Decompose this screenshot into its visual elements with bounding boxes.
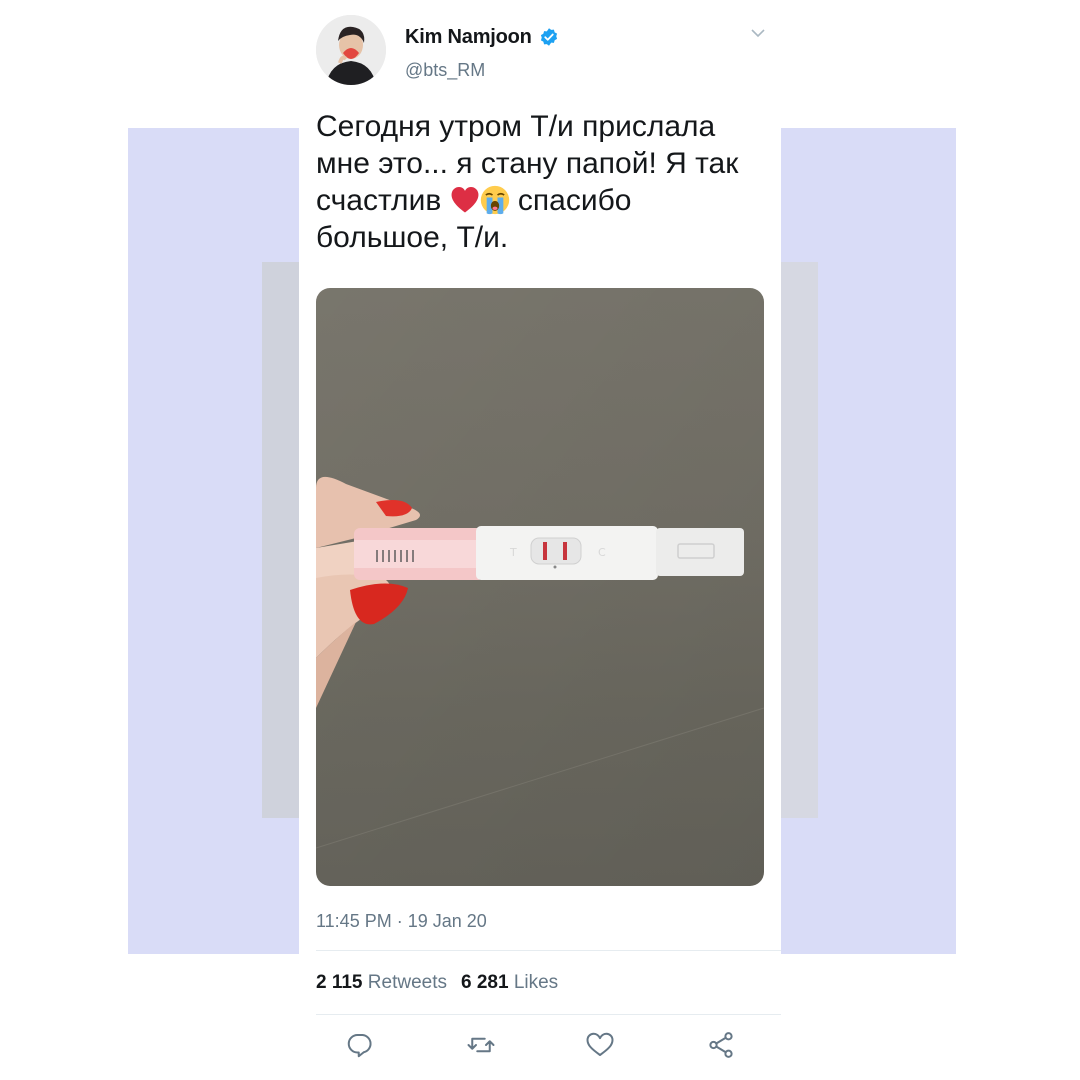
chevron-down-icon[interactable] <box>751 28 765 38</box>
share-icon <box>709 1032 733 1058</box>
divider <box>316 1014 781 1015</box>
background-blur-right <box>780 262 818 818</box>
tweet-text: Сегодня утром Т/и прислала мне это... я … <box>316 108 766 256</box>
author-handle[interactable]: @bts_RM <box>405 60 485 81</box>
retweets-label: Retweets <box>367 972 447 993</box>
retweets-count: 2 115 <box>316 972 363 993</box>
divider <box>316 950 781 951</box>
likes-stat[interactable]: 6 281 Likes <box>461 972 558 993</box>
tweet-card: Kim Namjoon @bts_RM Сегодня утром Т/и пр… <box>299 0 781 1080</box>
likes-count: 6 281 <box>460 972 509 993</box>
retweet-button[interactable] <box>466 1030 496 1060</box>
tweet-stats: 2 115 Retweets 6 281 Likes <box>316 972 558 994</box>
author-name[interactable]: Kim Namjoon <box>405 26 532 49</box>
avatar[interactable] <box>316 15 386 85</box>
share-button[interactable] <box>706 1030 736 1060</box>
svg-text:T: T <box>509 546 517 559</box>
reply-button[interactable] <box>345 1030 375 1060</box>
heart-icon <box>586 1032 614 1056</box>
background-blur-left <box>262 262 300 818</box>
verified-badge-icon <box>540 28 558 46</box>
svg-text:C: C <box>598 546 606 559</box>
like-button[interactable] <box>585 1030 615 1060</box>
loudly-crying-face-emoji-icon <box>480 185 509 215</box>
reply-icon <box>347 1034 372 1058</box>
retweet-icon <box>467 1037 495 1053</box>
tweet-timestamp[interactable]: 11:45 PM · 19 Jan 20 <box>316 911 487 932</box>
red-heart-emoji-icon <box>451 186 479 213</box>
tweet-media-photo[interactable]: T C <box>316 288 764 886</box>
pregnancy-test-photo: T C <box>316 288 764 886</box>
likes-label: Likes <box>513 972 559 993</box>
retweets-stat[interactable]: 2 115 Retweets <box>316 972 447 993</box>
